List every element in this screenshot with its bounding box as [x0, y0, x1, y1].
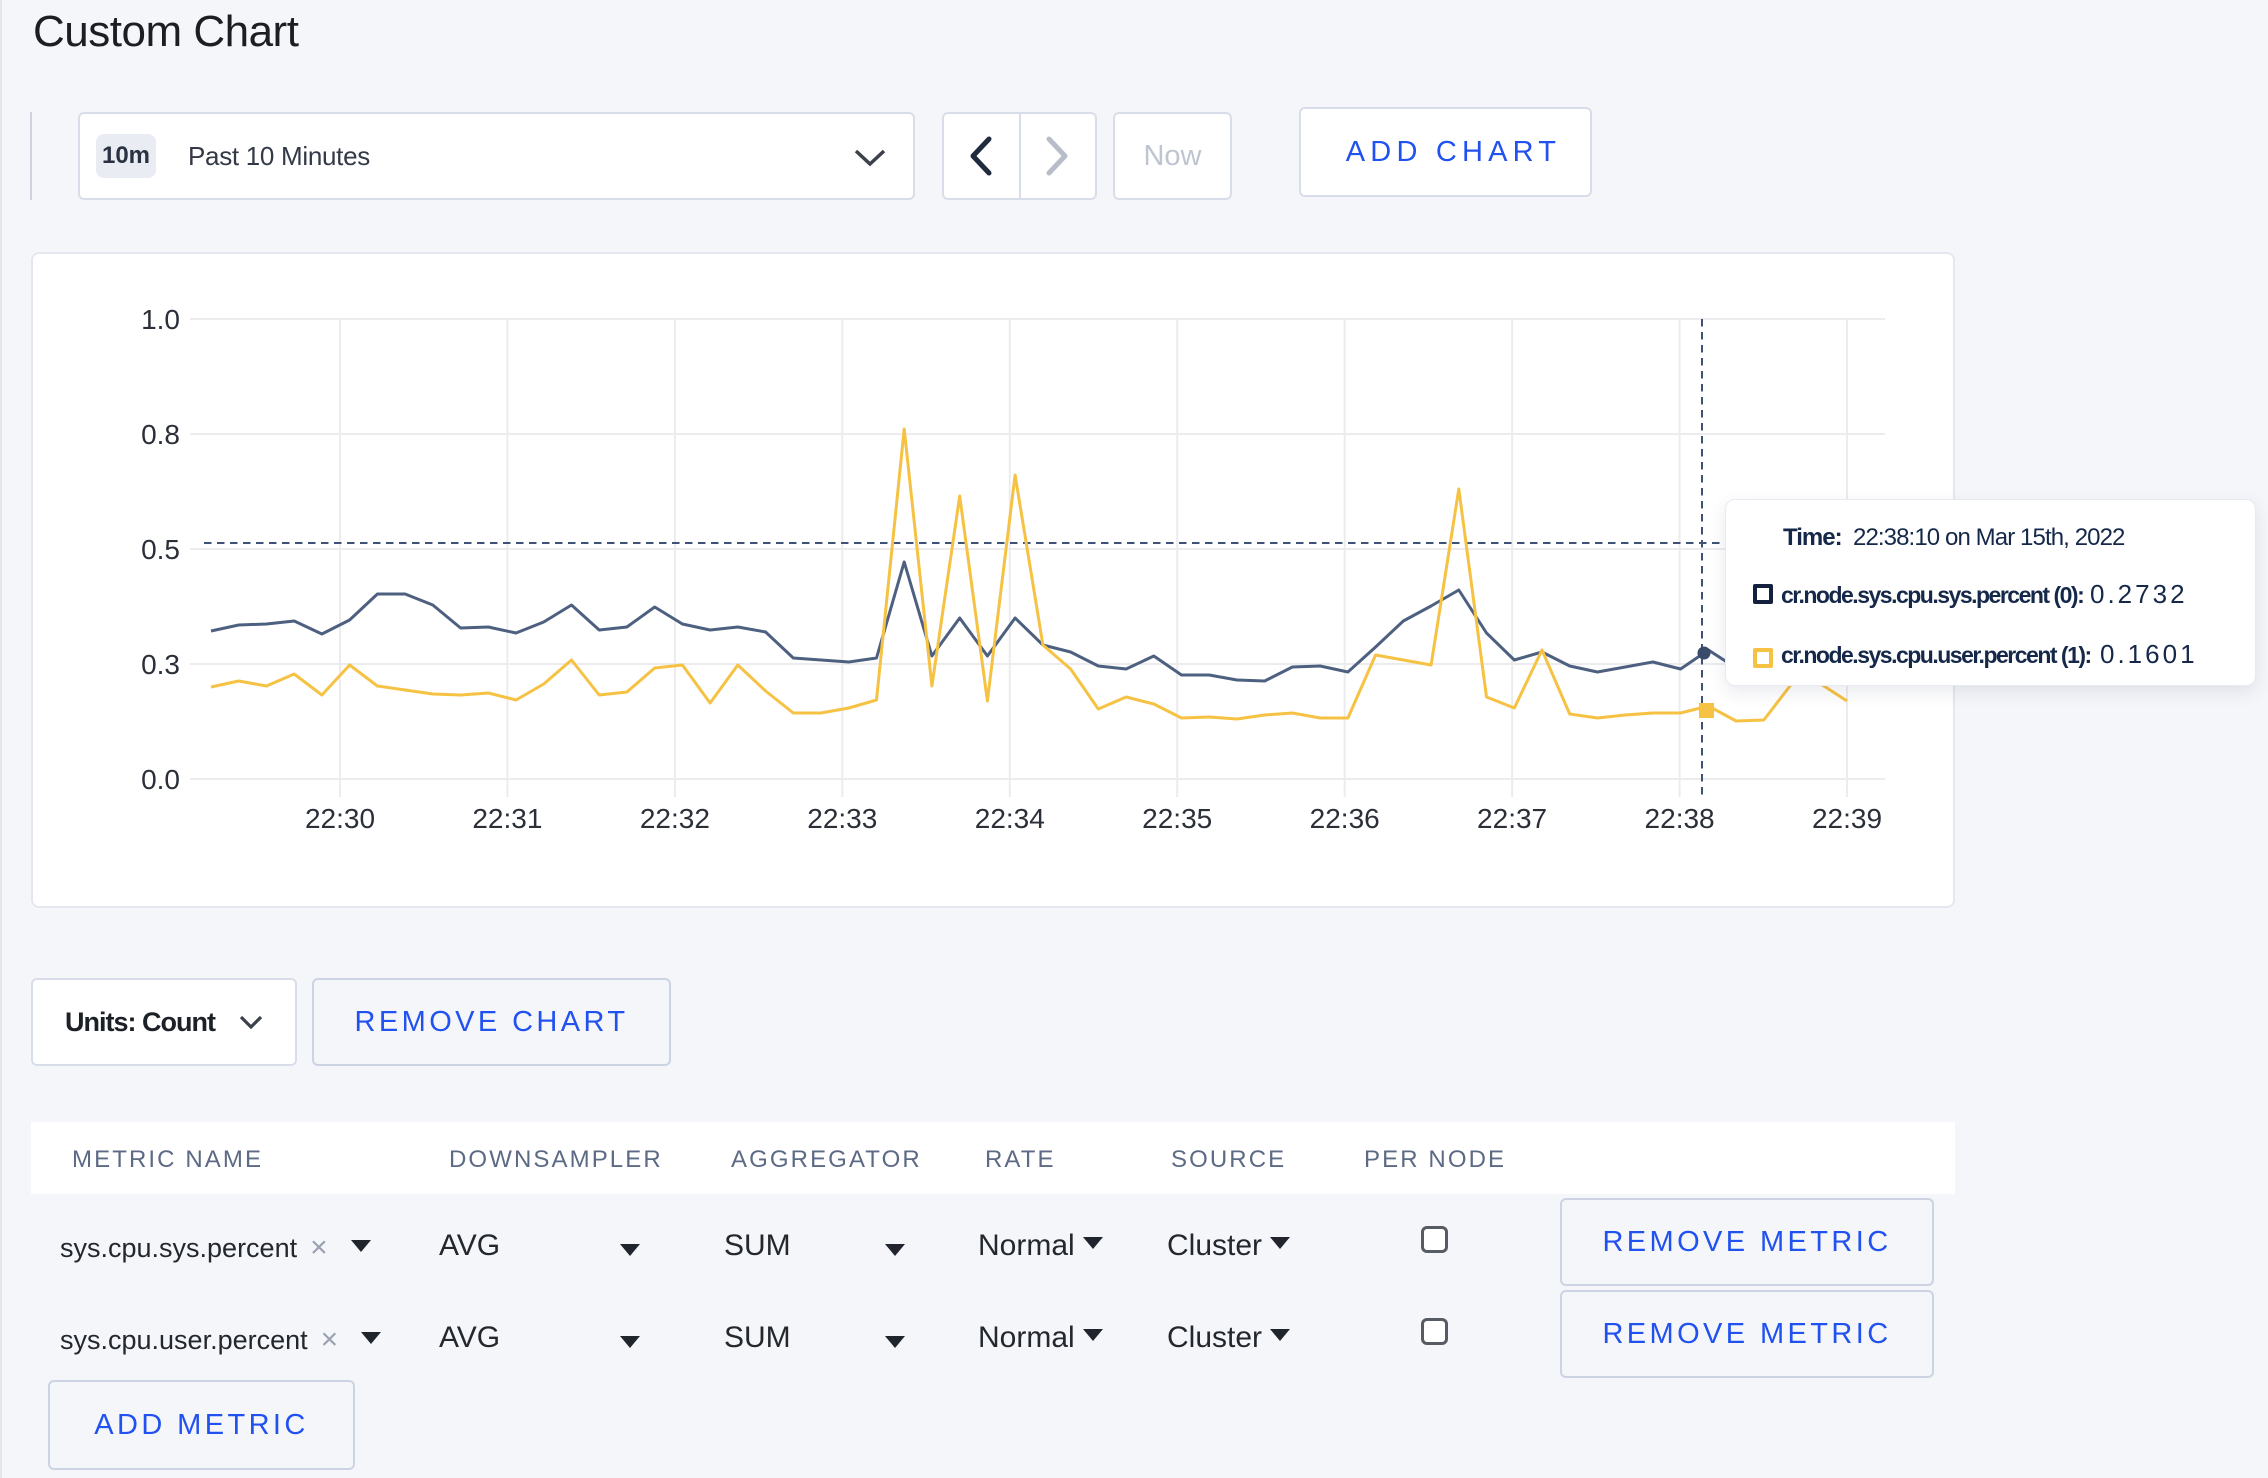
svg-text:22:31: 22:31	[472, 803, 542, 834]
svg-text:22:39: 22:39	[1812, 803, 1882, 834]
svg-text:22:34: 22:34	[975, 803, 1045, 834]
svg-text:0.3: 0.3	[141, 649, 180, 680]
svg-text:0.0: 0.0	[141, 764, 180, 795]
svg-text:22:38: 22:38	[1645, 803, 1715, 834]
svg-text:0.5: 0.5	[141, 534, 180, 565]
svg-text:22:30: 22:30	[305, 803, 375, 834]
svg-text:22:32: 22:32	[640, 803, 710, 834]
svg-text:22:33: 22:33	[807, 803, 877, 834]
svg-text:22:36: 22:36	[1310, 803, 1380, 834]
svg-text:22:37: 22:37	[1477, 803, 1547, 834]
svg-text:22:35: 22:35	[1142, 803, 1212, 834]
svg-text:1.0: 1.0	[141, 304, 180, 335]
svg-text:0.8: 0.8	[141, 419, 180, 450]
